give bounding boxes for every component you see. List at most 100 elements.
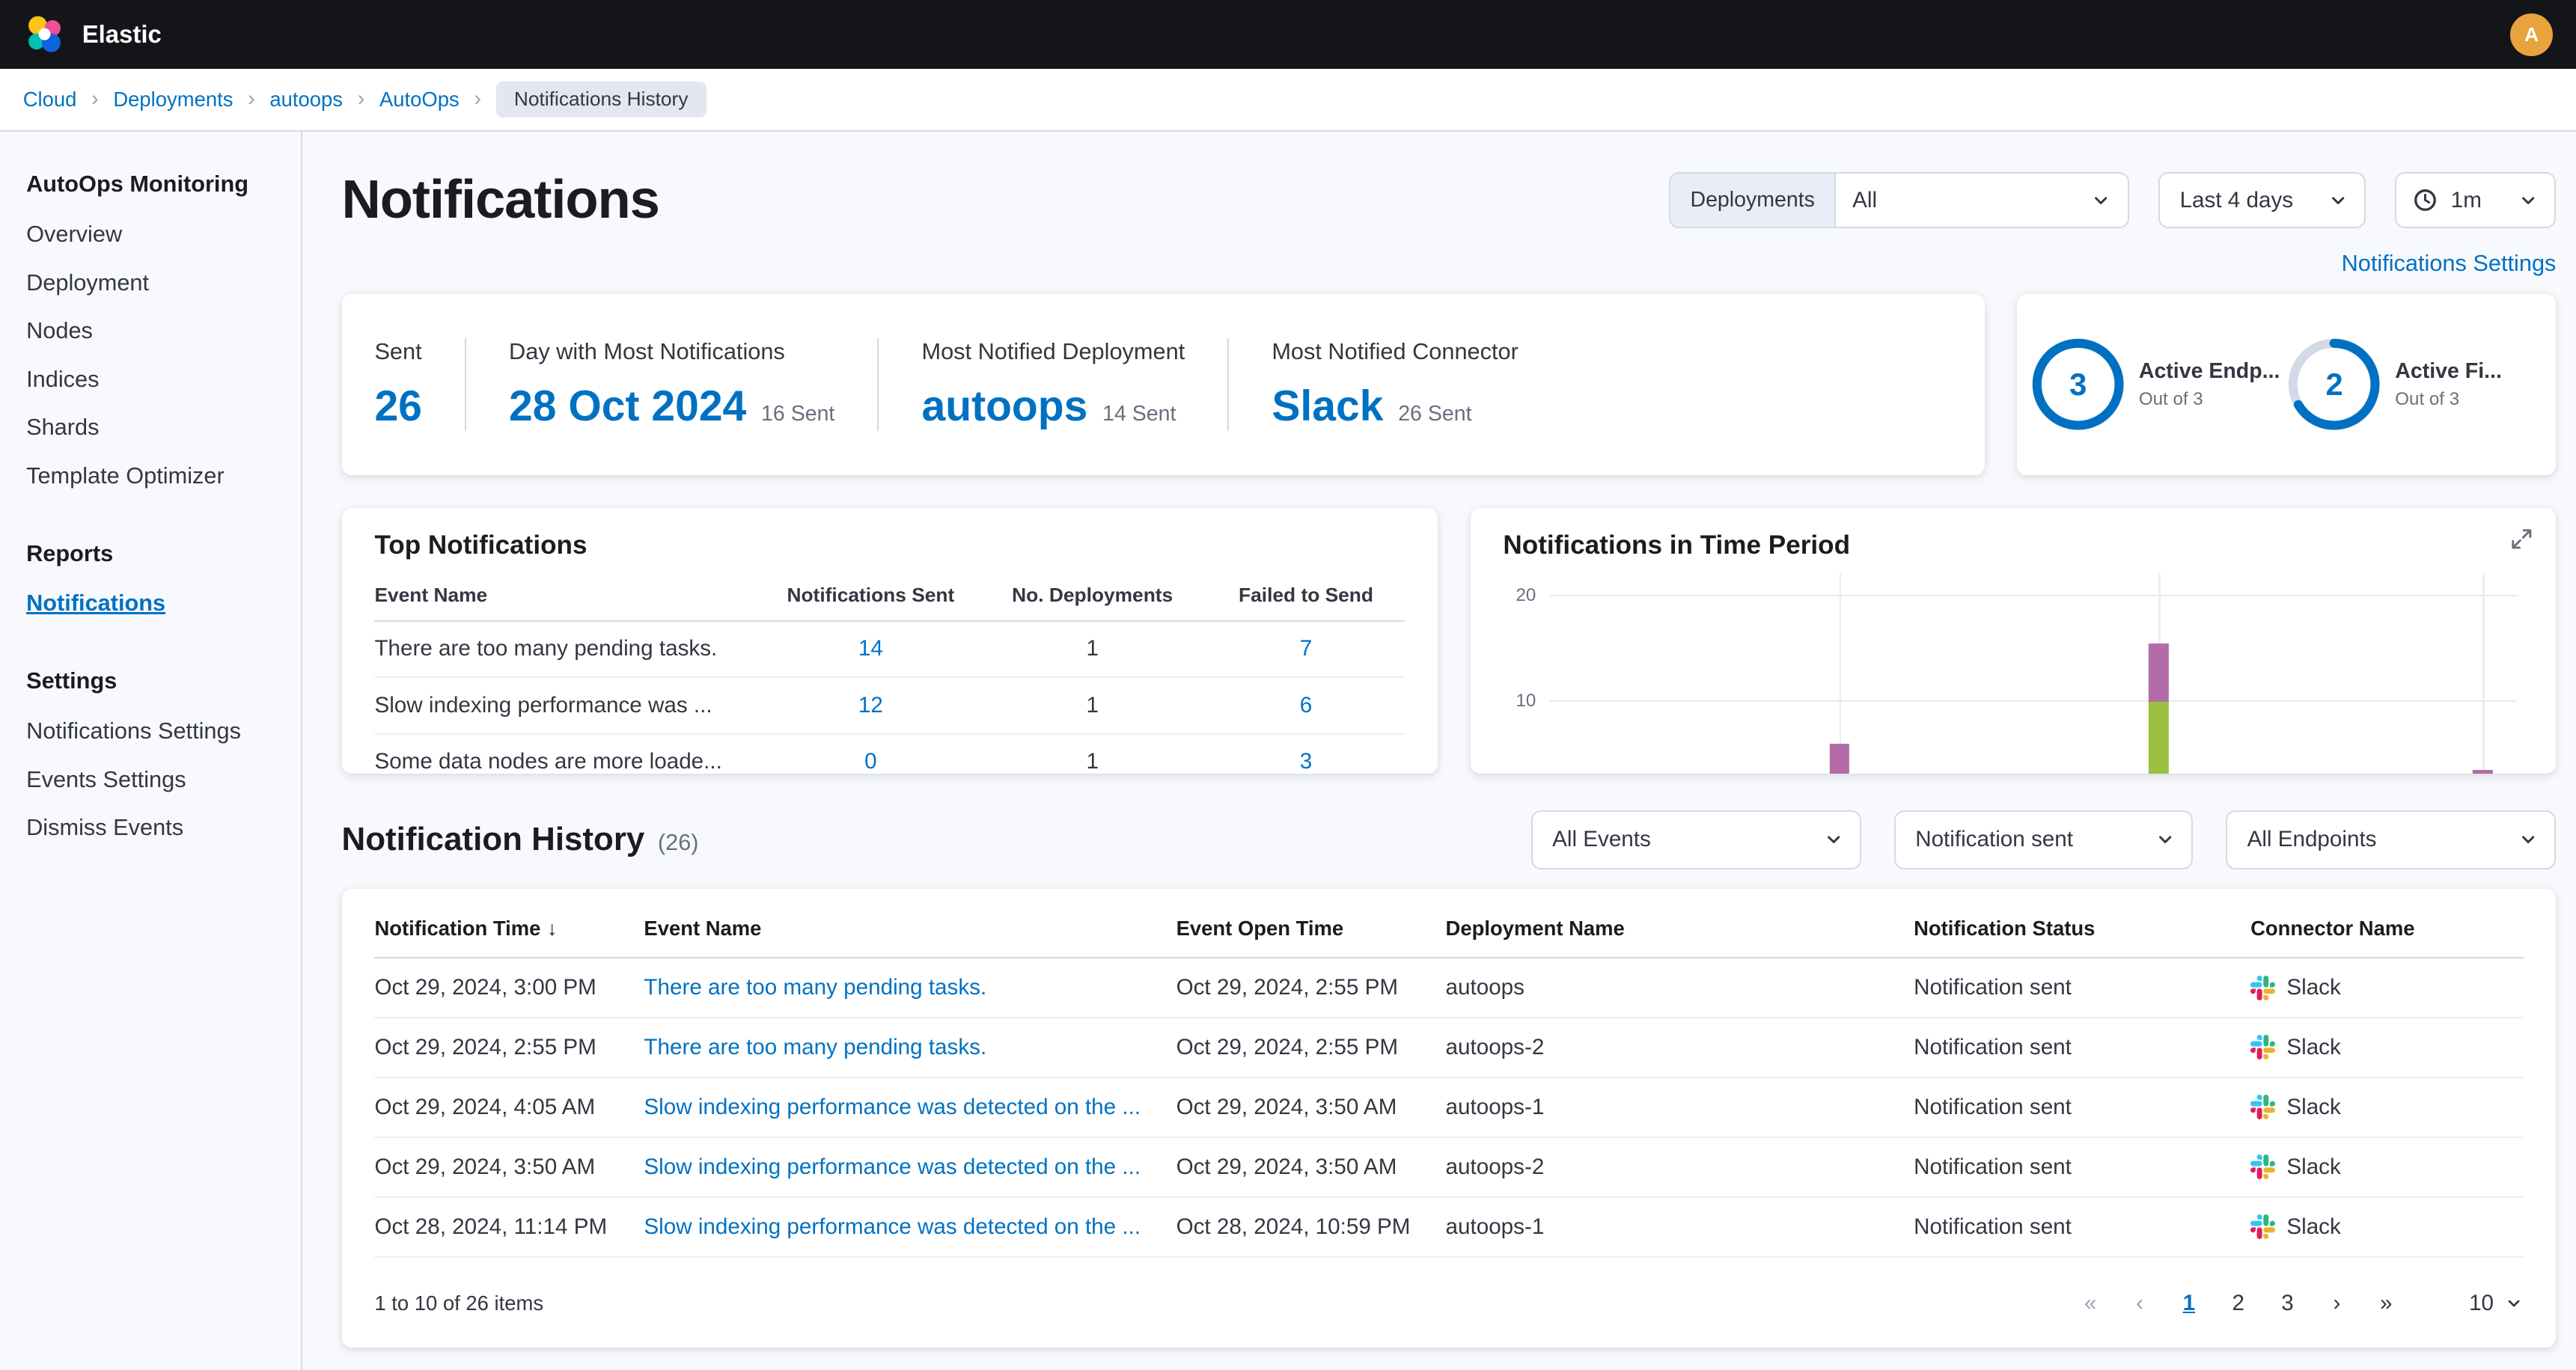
sidebar-heading-autoops-monitoring: AutoOps Monitoring: [26, 171, 284, 198]
notifications-sent-link[interactable]: 12: [858, 693, 883, 718]
user-avatar[interactable]: A: [2510, 13, 2553, 56]
stat-value: 28 Oct 2024: [509, 382, 746, 431]
sort-descending-icon: ↓: [547, 917, 557, 940]
bar-chart: 1020: [1549, 573, 2517, 774]
items-count-text: 1 to 10 of 26 items: [374, 1291, 543, 1315]
stat-label: Day with Most Notifications: [509, 338, 834, 365]
time-period-chart-panel: Notifications in Time Period 1020: [1471, 508, 2557, 774]
y-axis-tick: 20: [1493, 585, 1536, 606]
pagination: « ‹ 1 2 3 › »: [2070, 1282, 2407, 1324]
brand: Elastic: [23, 13, 162, 56]
deployments-count-cell: 1: [977, 677, 1207, 734]
stat-sub: 14 Sent: [1102, 402, 1176, 426]
first-page-button[interactable]: «: [2070, 1282, 2111, 1324]
top-notifications-table: Event Name Notifications Sent No. Deploy…: [374, 575, 1404, 774]
event-name-link[interactable]: Slow indexing performance was detected o…: [644, 1155, 1141, 1179]
notification-status-cell: Notification sent: [1914, 1018, 2250, 1077]
expand-icon[interactable]: [2510, 527, 2533, 557]
stats-panel: Sent 26 Day with Most Notifications 28 O…: [342, 294, 1985, 474]
failed-to-send-link[interactable]: 3: [1300, 749, 1312, 774]
sidebar: AutoOps Monitoring Overview Deployment N…: [0, 132, 302, 1370]
event-name-link[interactable]: Slow indexing performance was detected o…: [644, 1095, 1141, 1119]
notification-time-cell: Oct 29, 2024, 3:50 AM: [374, 1137, 644, 1197]
table-row: Oct 28, 2024, 11:14 PM Slow indexing per…: [374, 1197, 2523, 1257]
sidebar-item-deployment[interactable]: Deployment: [26, 269, 284, 296]
events-filter-select[interactable]: All Events: [1531, 810, 1861, 869]
failed-to-send-link[interactable]: 6: [1300, 693, 1312, 718]
sidebar-heading-reports: Reports: [26, 540, 284, 567]
auto-refresh-control[interactable]: 1m: [2395, 172, 2556, 228]
page-button-1[interactable]: 1: [2168, 1282, 2209, 1324]
sidebar-item-shards[interactable]: Shards: [26, 414, 284, 441]
event-name-cell: There are too many pending tasks.: [374, 621, 763, 678]
event-name-link[interactable]: There are too many pending tasks.: [644, 1035, 986, 1059]
y-axis-tick: 10: [1493, 691, 1536, 712]
failed-to-send-link[interactable]: 7: [1300, 636, 1312, 661]
breadcrumb: Cloud › Deployments › autoops › AutoOps …: [0, 69, 2576, 131]
stat-label: Most Notified Connector: [1272, 338, 1519, 365]
brand-name: Elastic: [82, 20, 162, 49]
ring-sub: Out of 3: [2139, 389, 2280, 410]
sidebar-item-overview[interactable]: Overview: [26, 221, 284, 248]
time-range-select[interactable]: Last 4 days: [2158, 172, 2366, 228]
next-page-button[interactable]: ›: [2316, 1282, 2357, 1324]
sidebar-item-events-settings[interactable]: Events Settings: [26, 766, 284, 793]
column-header-notification-time[interactable]: Notification Time↓: [374, 899, 644, 958]
status-filter-select[interactable]: Notification sent: [1894, 810, 2193, 869]
notifications-sent-link[interactable]: 14: [858, 636, 883, 661]
sidebar-item-notifications[interactable]: Notifications: [26, 590, 284, 617]
deployments-count-cell: 1: [977, 621, 1207, 678]
page-title: Notifications: [342, 164, 1670, 236]
sidebar-item-dismiss-events[interactable]: Dismiss Events: [26, 814, 284, 841]
chevron-down-icon: [2155, 830, 2175, 849]
stat-most-notified-deployment: Most Notified Deployment autoops 14 Sent: [877, 338, 1227, 431]
stat-value: autoops: [921, 382, 1087, 431]
event-name-link[interactable]: There are too many pending tasks.: [644, 975, 986, 1000]
sidebar-item-template-optimizer[interactable]: Template Optimizer: [26, 462, 284, 489]
stat-label: Most Notified Deployment: [921, 338, 1185, 365]
ring-value: 3: [2030, 337, 2125, 432]
event-name-link[interactable]: Slow indexing performance was detected o…: [644, 1214, 1141, 1239]
notifications-settings-link[interactable]: Notifications Settings: [2342, 250, 2557, 276]
chevron-down-icon: [2091, 191, 2110, 210]
event-name-cell: Slow indexing performance was ...: [374, 677, 763, 734]
breadcrumb-cloud[interactable]: Cloud: [23, 88, 77, 111]
endpoints-filter-select[interactable]: All Endpoints: [2226, 810, 2556, 869]
event-open-time-cell: Oct 29, 2024, 2:55 PM: [1176, 1018, 1446, 1077]
sidebar-item-indices[interactable]: Indices: [26, 366, 284, 393]
chevron-down-icon: [2518, 830, 2538, 849]
notifications-sent-link[interactable]: 0: [864, 749, 876, 774]
sidebar-item-notifications-settings[interactable]: Notifications Settings: [26, 718, 284, 744]
column-header-failed-to-send: Failed to Send: [1207, 575, 1404, 621]
refresh-interval-value: 1m: [2451, 188, 2506, 213]
slack-icon: [2250, 1214, 2275, 1239]
history-count: (26): [658, 829, 699, 856]
breadcrumb-autoops-app[interactable]: AutoOps: [379, 88, 460, 111]
slack-icon: [2250, 976, 2275, 1000]
stat-sub: 26 Sent: [1398, 402, 1471, 426]
breadcrumb-autoops[interactable]: autoops: [269, 88, 343, 111]
stat-value: Slack: [1272, 382, 1383, 431]
rows-per-page-select[interactable]: 10: [2469, 1291, 2523, 1316]
top-notifications-title: Top Notifications: [374, 530, 1404, 560]
page-button-2[interactable]: 2: [2218, 1282, 2259, 1324]
sidebar-item-nodes[interactable]: Nodes: [26, 317, 284, 344]
column-header-notification-status: Notification Status: [1914, 899, 2250, 958]
column-header-notifications-sent: Notifications Sent: [764, 575, 977, 621]
stat-day-most-notifications: Day with Most Notifications 28 Oct 2024 …: [465, 338, 877, 431]
stat-most-notified-connector: Most Notified Connector Slack 26 Sent: [1227, 338, 1561, 431]
column-header-connector-name: Connector Name: [2250, 899, 2523, 958]
status-filter-value: Notification sent: [1915, 827, 2073, 852]
time-range-value: Last 4 days: [2180, 188, 2328, 213]
top-notifications-panel: Top Notifications Event Name Notificatio…: [342, 508, 1438, 774]
deployments-filter[interactable]: Deployments All: [1669, 172, 2129, 228]
deployment-name-cell: autoops-2: [1446, 1018, 1914, 1077]
ring-value: 2: [2286, 337, 2381, 432]
page-button-3[interactable]: 3: [2267, 1282, 2308, 1324]
last-page-button[interactable]: »: [2366, 1282, 2407, 1324]
breadcrumb-separator: ›: [358, 87, 365, 111]
table-row: Oct 29, 2024, 2:55 PM There are too many…: [374, 1018, 2523, 1077]
previous-page-button[interactable]: ‹: [2119, 1282, 2161, 1324]
breadcrumb-deployments[interactable]: Deployments: [113, 88, 233, 111]
history-title: Notification History (26): [342, 821, 699, 858]
